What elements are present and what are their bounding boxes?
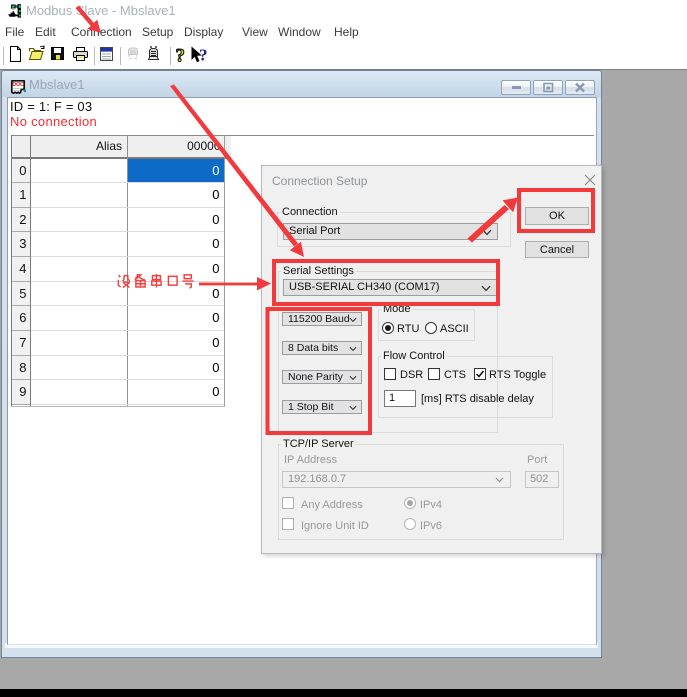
svg-text:?: ? — [199, 46, 208, 65]
svg-text:?: ? — [176, 46, 186, 67]
svg-text:DOC: DOC — [12, 82, 24, 88]
